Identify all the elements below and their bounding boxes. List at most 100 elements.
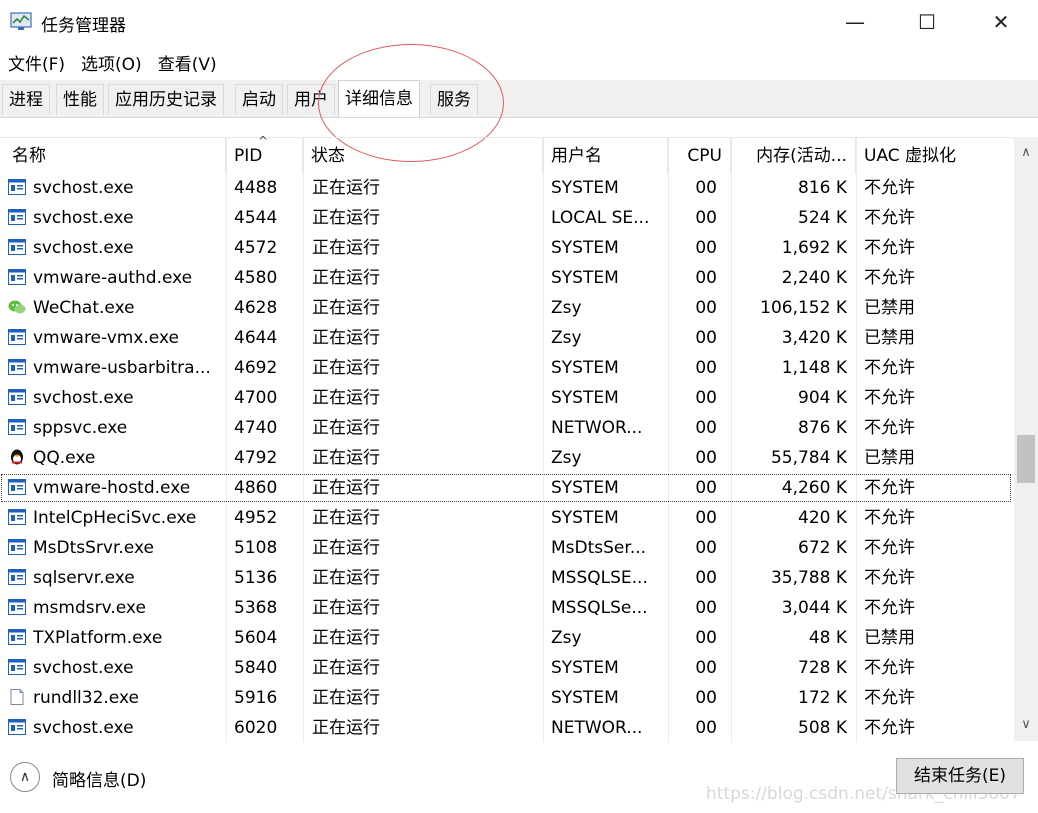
tab-performance[interactable]: 性能 [56, 84, 104, 115]
cell-user: SYSTEM [551, 688, 619, 708]
scroll-down-button[interactable]: ∨ [1014, 711, 1038, 737]
cell-status: 正在运行 [312, 658, 380, 678]
header-username[interactable]: 用户名 [543, 138, 668, 174]
header-name[interactable]: 名称 [0, 138, 226, 174]
cell-pid: 5368 [234, 598, 278, 618]
table-row[interactable]: sppsvc.exe 4740 正在运行 NETWOR... 00 876 K 不允许 [0, 413, 1012, 443]
cell-user: LOCAL SE... [551, 208, 650, 228]
table-row[interactable]: QQ.exe 4792 正在运行 Zsy 00 55,784 K 已禁用 [0, 443, 1012, 473]
table-row[interactable]: svchost.exe 4488 正在运行 SYSTEM 00 816 K 不允许 [0, 173, 1012, 203]
menu-view[interactable]: 查看(V) [150, 46, 225, 78]
cell-status: 正在运行 [312, 328, 380, 348]
cell-memory: 672 K [798, 538, 847, 558]
cell-name: svchost.exe [33, 658, 134, 678]
tab-startup[interactable]: 启动 [235, 84, 283, 115]
cell-cpu: 00 [695, 448, 717, 468]
close-button[interactable]: ✕ [966, 0, 1036, 44]
service-exe-icon [8, 269, 26, 285]
table-row[interactable]: svchost.exe 4544 正在运行 LOCAL SE... 00 524 K 不允许 [0, 203, 1012, 233]
minimize-button[interactable]: — [820, 0, 890, 44]
cell-pid: 4692 [234, 358, 278, 378]
collapse-chevron-button[interactable]: ∧ [10, 762, 40, 792]
cell-pid: 5108 [234, 538, 278, 558]
task-manager-icon [10, 12, 32, 30]
service-exe-icon [8, 359, 26, 375]
cell-uac: 不允许 [864, 418, 915, 438]
cell-cpu: 00 [695, 178, 717, 198]
table-row[interactable]: vmware-vmx.exe 4644 正在运行 Zsy 00 3,420 K 已禁用 [0, 323, 1012, 353]
tab-services[interactable]: 服务 [430, 84, 478, 115]
menu-bar: 文件(F) 选项(O) 查看(V) [0, 46, 225, 78]
header-uac[interactable]: UAC 虚拟化 [856, 138, 1012, 174]
cell-status: 正在运行 [312, 478, 380, 498]
cell-name: sppsvc.exe [33, 418, 128, 438]
cell-uac: 不允许 [864, 658, 915, 678]
cell-status: 正在运行 [312, 418, 380, 438]
tab-details[interactable]: 详细信息 [338, 80, 420, 117]
header-status[interactable]: 状态 [303, 138, 543, 174]
table-row[interactable]: WeChat.exe 4628 正在运行 Zsy 00 106,152 K 已禁用 [0, 293, 1012, 323]
table-row[interactable]: vmware-usbarbitra... 4692 正在运行 SYSTEM 00 1,14… [0, 353, 1012, 383]
table-row[interactable]: rundll32.exe 5916 正在运行 SYSTEM 00 172 K 不允许 [0, 683, 1012, 713]
service-exe-icon [8, 179, 26, 195]
table-row[interactable]: msmdsrv.exe 5368 正在运行 MSSQLSe... 00 3,044 K 不允… [0, 593, 1012, 623]
cell-pid: 4860 [234, 478, 278, 498]
cell-user: SYSTEM [551, 478, 619, 498]
cell-status: 正在运行 [312, 508, 380, 528]
vertical-scrollbar[interactable]: ∧ ∨ [1014, 137, 1038, 741]
cell-memory: 4,260 K [781, 478, 847, 498]
table-row[interactable]: svchost.exe 5840 正在运行 SYSTEM 00 728 K 不允许 [0, 653, 1012, 683]
service-exe-icon [8, 719, 26, 735]
header-memory[interactable]: 内存(活动... [731, 138, 856, 174]
cell-uac: 已禁用 [864, 328, 915, 348]
cell-uac: 不允许 [864, 358, 915, 378]
footer-bar: ∧ 简略信息(D) https://blog.csdn.net/shark_ch… [0, 742, 1038, 813]
table-row[interactable]: sqlservr.exe 5136 正在运行 MSSQLSE... 00 35,788 K… [0, 563, 1012, 593]
cell-memory: 1,692 K [781, 238, 847, 258]
tab-users[interactable]: 用户 [287, 84, 335, 115]
cell-user: NETWOR... [551, 718, 643, 738]
table-row[interactable]: IntelCpHeciSvc.exe 4952 正在运行 SYSTEM 00 420 K 不… [0, 503, 1012, 533]
table-row[interactable]: svchost.exe 4572 正在运行 SYSTEM 00 1,692 K 不允许 [0, 233, 1012, 263]
table-row[interactable]: MsDtsSrvr.exe 5108 正在运行 MsDtsSer... 00 672 K 不… [0, 533, 1012, 563]
brief-info-link[interactable]: 简略信息(D) [52, 766, 146, 791]
scrollbar-thumb[interactable] [1017, 435, 1035, 483]
cell-uac: 不允许 [864, 208, 915, 228]
cell-user: MSSQLSe... [551, 598, 648, 618]
menu-options[interactable]: 选项(O) [73, 46, 150, 78]
table-row[interactable]: svchost.exe 4700 正在运行 SYSTEM 00 904 K 不允许 [0, 383, 1012, 413]
cell-cpu: 00 [695, 628, 717, 648]
close-icon: ✕ [992, 10, 1010, 34]
cell-memory: 2,240 K [781, 268, 847, 288]
cell-name: vmware-vmx.exe [33, 328, 179, 348]
table-row[interactable]: vmware-authd.exe 4580 正在运行 SYSTEM 00 2,240 K 不… [0, 263, 1012, 293]
chevron-up-icon: ∧ [19, 769, 31, 785]
tab-processes[interactable]: 进程 [2, 84, 50, 115]
scroll-up-button[interactable]: ∧ [1014, 139, 1038, 165]
cell-cpu: 00 [695, 298, 717, 318]
header-cpu[interactable]: CPU [668, 138, 731, 174]
cell-uac: 不允许 [864, 178, 915, 198]
service-exe-icon [8, 419, 26, 435]
cell-name: svchost.exe [33, 718, 134, 738]
cell-name: MsDtsSrvr.exe [33, 538, 154, 558]
table-row[interactable]: TXPlatform.exe 5604 正在运行 Zsy 00 48 K 已禁用 [0, 623, 1012, 653]
cell-uac: 不允许 [864, 478, 915, 498]
cell-pid: 5136 [234, 568, 278, 588]
end-task-button[interactable]: 结束任务(E) [896, 758, 1024, 794]
cell-memory: 3,420 K [781, 328, 847, 348]
table-row[interactable]: svchost.exe 6020 正在运行 NETWOR... 00 508 K 不允许 [0, 713, 1012, 743]
tab-strip: 进程 性能 应用历史记录 启动 用户 详细信息 服务 [0, 80, 1038, 118]
tab-app-history[interactable]: 应用历史记录 [108, 84, 224, 115]
menu-file[interactable]: 文件(F) [0, 46, 73, 78]
maximize-button[interactable]: ☐ [892, 0, 962, 44]
cell-user: SYSTEM [551, 508, 619, 528]
title-bar: 任务管理器 — ☐ ✕ [0, 0, 1038, 44]
cell-status: 正在运行 [312, 628, 380, 648]
table-row[interactable]: vmware-hostd.exe 4860 正在运行 SYSTEM 00 4,260 K 不… [0, 473, 1012, 503]
cell-cpu: 00 [695, 568, 717, 588]
cell-name: vmware-authd.exe [33, 268, 193, 288]
cell-pid: 4644 [234, 328, 278, 348]
cell-user: Zsy [551, 328, 582, 348]
service-exe-icon [8, 629, 26, 645]
